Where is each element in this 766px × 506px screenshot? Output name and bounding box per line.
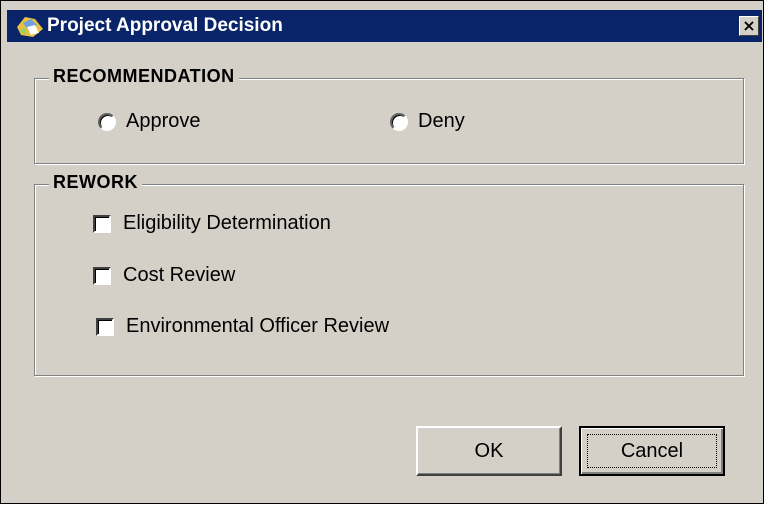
approve-radio-button[interactable] <box>98 112 116 131</box>
close-button[interactable]: × <box>739 16 759 36</box>
cost-review-checkbox[interactable] <box>93 266 111 285</box>
deny-radio-button[interactable] <box>390 112 408 131</box>
cost-review-option[interactable]: Cost Review <box>93 264 235 287</box>
rework-label: REWORK <box>49 172 142 193</box>
deny-label: Deny <box>418 110 465 132</box>
environmental-officer-review-option[interactable]: Environmental Officer Review <box>96 315 389 338</box>
eligibility-determination-label: Eligibility Determination <box>123 212 331 234</box>
ok-button[interactable]: OK <box>416 426 562 476</box>
title-bar[interactable]: Project Approval Decision × <box>7 10 762 42</box>
environmental-officer-review-label: Environmental Officer Review <box>126 315 390 337</box>
focus-rectangle <box>587 434 717 468</box>
project-app-icon <box>17 17 43 37</box>
recommendation-label: RECOMMENDATION <box>49 66 239 87</box>
ok-button-label: OK <box>474 440 504 462</box>
window-title: Project Approval Decision <box>47 15 283 36</box>
deny-radio-option[interactable]: Deny <box>390 110 465 133</box>
eligibility-determination-checkbox[interactable] <box>93 214 111 233</box>
dialog-window: Project Approval Decision × RECOMMENDATI… <box>0 0 764 504</box>
cancel-button[interactable]: Cancel <box>579 426 725 476</box>
cost-review-label: Cost Review <box>123 264 236 286</box>
approve-label: Approve <box>126 110 201 132</box>
environmental-officer-review-checkbox[interactable] <box>96 317 114 336</box>
eligibility-determination-option[interactable]: Eligibility Determination <box>93 212 331 235</box>
approve-radio-option[interactable]: Approve <box>98 110 201 133</box>
